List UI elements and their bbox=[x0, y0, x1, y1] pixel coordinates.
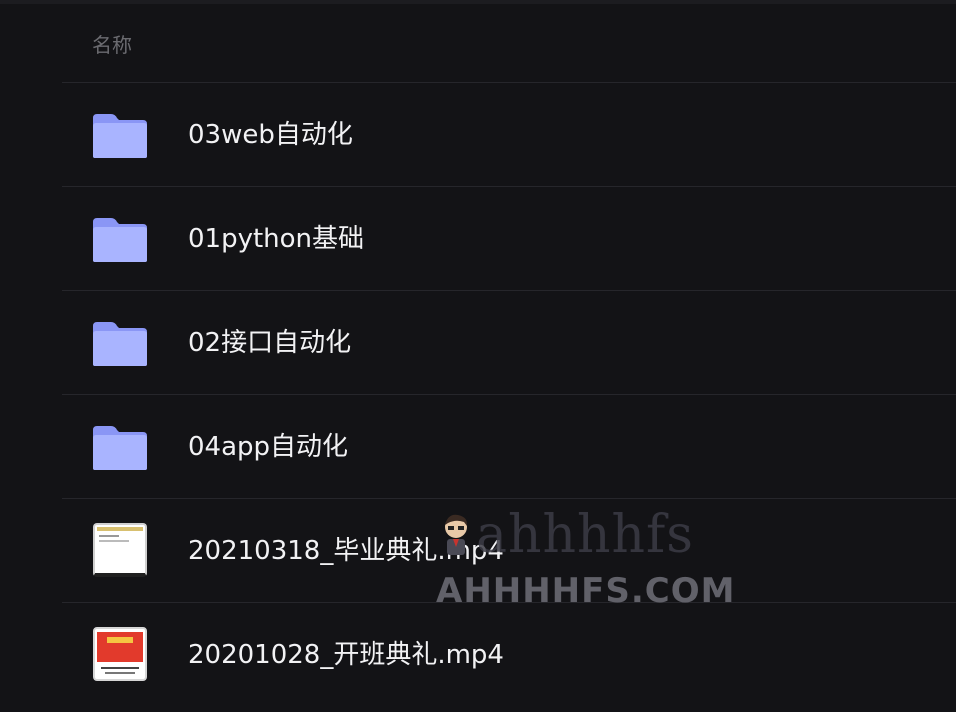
file-name: 20210318_毕业典礼.mp4 bbox=[188, 536, 504, 566]
file-list: 03web自动化 01python基础 02接口自动化 04app自动化 202… bbox=[62, 82, 956, 706]
folder-icon bbox=[91, 318, 149, 368]
column-header-name[interactable]: 名称 bbox=[92, 30, 132, 60]
folder-icon bbox=[91, 110, 149, 160]
list-item[interactable]: 04app自动化 bbox=[62, 394, 956, 498]
file-name: 20201028_开班典礼.mp4 bbox=[188, 640, 504, 670]
list-item[interactable]: 01python基础 bbox=[62, 186, 956, 290]
list-item[interactable]: 03web自动化 bbox=[62, 82, 956, 186]
video-thumbnail-icon bbox=[93, 523, 147, 577]
video-thumbnail-icon bbox=[93, 627, 147, 681]
folder-icon bbox=[91, 214, 149, 264]
list-item[interactable]: 02接口自动化 bbox=[62, 290, 956, 394]
folder-icon bbox=[91, 422, 149, 472]
list-item[interactable]: 20201028_开班典礼.mp4 bbox=[62, 602, 956, 706]
file-name: 03web自动化 bbox=[188, 120, 353, 150]
list-item[interactable]: 20210318_毕业典礼.mp4 bbox=[62, 498, 956, 602]
top-divider bbox=[0, 0, 956, 4]
file-name: 02接口自动化 bbox=[188, 328, 352, 358]
file-name: 01python基础 bbox=[188, 224, 365, 254]
file-name: 04app自动化 bbox=[188, 432, 349, 462]
